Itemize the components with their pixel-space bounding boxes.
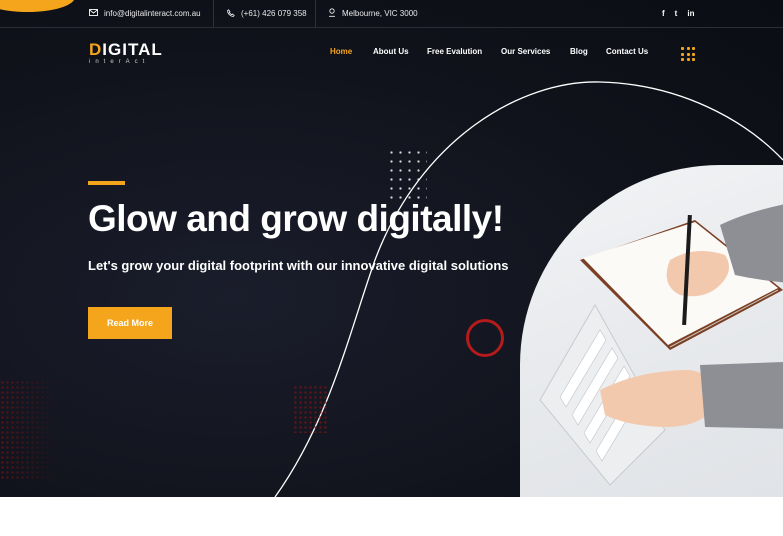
dot-pattern bbox=[387, 148, 427, 203]
heading-accent-bar bbox=[88, 181, 125, 185]
red-ring-decoration bbox=[466, 319, 504, 357]
read-more-button[interactable]: Read More bbox=[88, 307, 172, 339]
hero-subline: Let's grow your digital footprint with o… bbox=[88, 258, 509, 273]
page-content-area bbox=[0, 497, 783, 536]
halftone-decoration bbox=[293, 385, 329, 433]
hero-section: info@digitalinteract.com.au (+61) 426 07… bbox=[0, 0, 783, 497]
decorative-curve bbox=[274, 81, 783, 497]
halftone-decoration bbox=[0, 380, 60, 480]
hero-headline: Glow and grow digitally! bbox=[88, 198, 504, 239]
